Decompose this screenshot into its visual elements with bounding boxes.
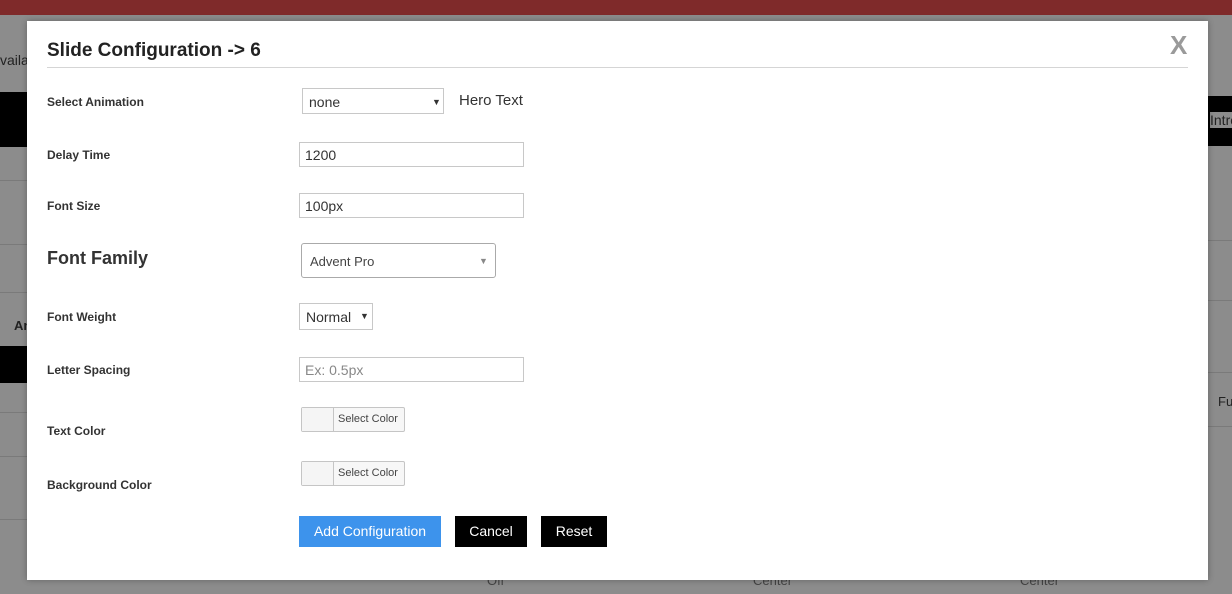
background-color-label: Background Color <box>47 478 152 492</box>
background-divider <box>1208 300 1232 301</box>
animation-select-value: none <box>309 94 341 110</box>
font-family-select-value: Advent Pro <box>310 254 375 269</box>
color-swatch <box>302 408 334 431</box>
font-weight-select-value: Normal <box>306 309 352 325</box>
background-divider <box>1208 372 1232 373</box>
chevron-down-icon: ▼ <box>360 311 369 321</box>
modal-divider <box>47 67 1188 68</box>
font-weight-label: Font Weight <box>47 310 117 324</box>
color-swatch <box>302 462 334 485</box>
chevron-down-icon: ▼ <box>479 256 488 266</box>
font-size-input[interactable] <box>299 193 524 218</box>
background-divider <box>0 180 27 181</box>
delay-time-input[interactable] <box>299 142 524 167</box>
background-divider <box>0 456 27 457</box>
font-weight-select[interactable]: Normal ▼ <box>299 303 373 330</box>
text-color-label: Text Color <box>47 424 106 438</box>
background-right-text: Fu <box>1218 394 1232 409</box>
background-color-picker[interactable]: Select Color <box>301 461 405 486</box>
top-bar <box>0 0 1232 15</box>
select-color-label: Select Color <box>338 467 398 479</box>
background-divider <box>0 292 27 293</box>
text-color-picker[interactable]: Select Color <box>301 407 405 432</box>
font-family-label: Font Family <box>47 248 149 268</box>
chevron-down-icon: ▼ <box>432 97 441 107</box>
letter-spacing-label: Letter Spacing <box>47 363 131 377</box>
background-divider <box>1208 240 1232 241</box>
delay-time-label: Delay Time <box>47 148 111 162</box>
font-size-label: Font Size <box>47 199 101 213</box>
hero-text-label: Hero Text <box>459 92 523 109</box>
animation-select[interactable]: none ▼ <box>302 88 444 114</box>
slide-configuration-modal: Slide Configuration -> 6 X Select Animat… <box>27 21 1208 580</box>
background-dark-block <box>0 346 27 383</box>
background-right-text: Intro <box>1210 112 1232 128</box>
add-configuration-button[interactable]: Add Configuration <box>299 516 441 547</box>
background-dark-block <box>0 92 27 147</box>
background-divider <box>0 244 27 245</box>
reset-button[interactable]: Reset <box>541 516 607 547</box>
letter-spacing-input[interactable] <box>299 357 524 382</box>
background-divider <box>0 519 27 520</box>
background-divider <box>0 412 27 413</box>
select-color-label: Select Color <box>338 413 398 425</box>
close-icon[interactable]: X <box>1170 30 1187 60</box>
cancel-button[interactable]: Cancel <box>455 516 527 547</box>
font-family-select[interactable]: Advent Pro ▼ <box>301 243 496 278</box>
animation-label: Select Animation <box>47 95 144 109</box>
modal-title: Slide Configuration -> 6 <box>47 40 261 61</box>
background-divider <box>1208 426 1232 427</box>
